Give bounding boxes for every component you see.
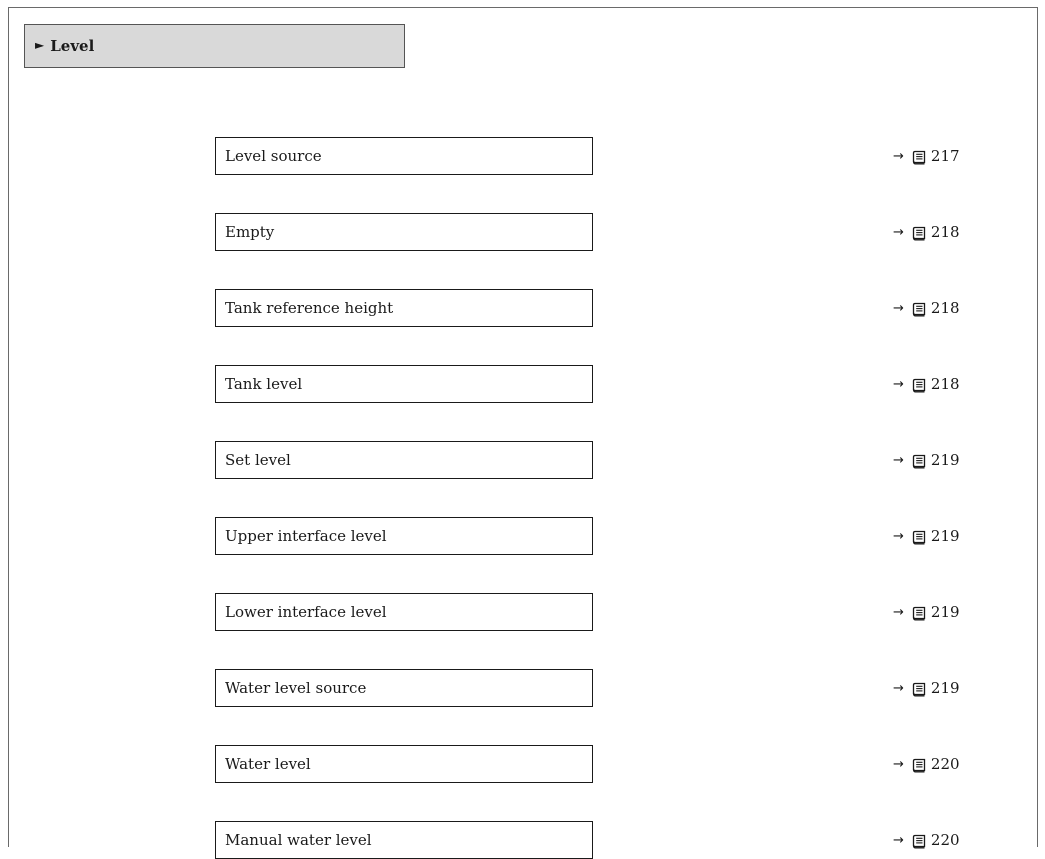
page-number: 220 bbox=[930, 755, 960, 773]
page-book-icon bbox=[912, 378, 926, 393]
page-reference-link[interactable]: → 219 bbox=[893, 593, 960, 631]
arrow-right-icon: → bbox=[893, 604, 904, 620]
arrow-right-icon: → bbox=[893, 148, 904, 164]
parameter-row: Lower interface level → 219 bbox=[0, 593, 1045, 631]
page-number: 219 bbox=[930, 679, 960, 697]
arrow-right-icon: → bbox=[893, 528, 904, 544]
parameter-label: Set level bbox=[225, 451, 291, 469]
page-book-icon bbox=[912, 150, 926, 165]
page-book-icon bbox=[912, 606, 926, 621]
arrow-right-icon: → bbox=[893, 224, 904, 240]
arrow-right-icon: → bbox=[893, 452, 904, 468]
page-book-icon bbox=[912, 454, 926, 469]
page-reference-link[interactable]: → 218 bbox=[893, 213, 960, 251]
page-reference-link[interactable]: → 220 bbox=[893, 821, 960, 859]
parameter-upper-interface-level[interactable]: Upper interface level bbox=[215, 517, 593, 555]
parameter-label: Upper interface level bbox=[225, 527, 387, 545]
parameter-row: Water level → 220 bbox=[0, 745, 1045, 783]
submenu-level-header[interactable]: ► Level bbox=[24, 24, 405, 68]
page-book-icon bbox=[912, 302, 926, 317]
page-reference-link[interactable]: → 220 bbox=[893, 745, 960, 783]
parameter-row: Empty → 218 bbox=[0, 213, 1045, 251]
parameter-row: Manual water level → 220 bbox=[0, 821, 1045, 859]
page-number: 218 bbox=[930, 223, 960, 241]
page-number: 218 bbox=[930, 375, 960, 393]
parameter-label: Level source bbox=[225, 147, 322, 165]
page-book-icon bbox=[912, 834, 926, 849]
parameter-set-level[interactable]: Set level bbox=[215, 441, 593, 479]
page-book-icon bbox=[912, 226, 926, 241]
page-number: 217 bbox=[930, 147, 960, 165]
submenu-triangle-icon: ► bbox=[35, 38, 45, 52]
page-book-icon bbox=[912, 758, 926, 773]
parameter-empty[interactable]: Empty bbox=[215, 213, 593, 251]
parameter-label: Tank reference height bbox=[225, 299, 394, 317]
arrow-right-icon: → bbox=[893, 376, 904, 392]
parameter-label: Empty bbox=[225, 223, 275, 241]
parameter-label: Water level bbox=[225, 755, 311, 773]
page-number: 218 bbox=[930, 299, 960, 317]
page-reference-link[interactable]: → 218 bbox=[893, 289, 960, 327]
parameter-label: Tank level bbox=[225, 375, 303, 393]
parameter-water-level-source[interactable]: Water level source bbox=[215, 669, 593, 707]
arrow-right-icon: → bbox=[893, 756, 904, 772]
parameter-row: Tank reference height → 218 bbox=[0, 289, 1045, 327]
menu-frame bbox=[8, 7, 1038, 847]
parameter-row: Tank level → 218 bbox=[0, 365, 1045, 403]
page-number: 219 bbox=[930, 451, 960, 469]
page-number: 220 bbox=[930, 831, 960, 849]
page-reference-link[interactable]: → 219 bbox=[893, 669, 960, 707]
parameter-tank-level[interactable]: Tank level bbox=[215, 365, 593, 403]
page-book-icon bbox=[912, 530, 926, 545]
page-book-icon bbox=[912, 682, 926, 697]
page-reference-link[interactable]: → 217 bbox=[893, 137, 960, 175]
submenu-title: Level bbox=[50, 37, 95, 55]
parameter-row: Upper interface level → 219 bbox=[0, 517, 1045, 555]
arrow-right-icon: → bbox=[893, 300, 904, 316]
page-number: 219 bbox=[930, 603, 960, 621]
page-number: 219 bbox=[930, 527, 960, 545]
page-reference-link[interactable]: → 218 bbox=[893, 365, 960, 403]
parameter-label: Lower interface level bbox=[225, 603, 387, 621]
page-reference-link[interactable]: → 219 bbox=[893, 441, 960, 479]
parameter-manual-water-level[interactable]: Manual water level bbox=[215, 821, 593, 859]
parameter-row: Level source → 217 bbox=[0, 137, 1045, 175]
page-reference-link[interactable]: → 219 bbox=[893, 517, 960, 555]
parameter-level-source[interactable]: Level source bbox=[215, 137, 593, 175]
parameter-lower-interface-level[interactable]: Lower interface level bbox=[215, 593, 593, 631]
parameter-label: Water level source bbox=[225, 679, 367, 697]
parameter-row: Water level source → 219 bbox=[0, 669, 1045, 707]
parameter-label: Manual water level bbox=[225, 831, 372, 849]
arrow-right-icon: → bbox=[893, 832, 904, 848]
arrow-right-icon: → bbox=[893, 680, 904, 696]
parameter-tank-reference-height[interactable]: Tank reference height bbox=[215, 289, 593, 327]
parameter-water-level[interactable]: Water level bbox=[215, 745, 593, 783]
parameter-row: Set level → 219 bbox=[0, 441, 1045, 479]
